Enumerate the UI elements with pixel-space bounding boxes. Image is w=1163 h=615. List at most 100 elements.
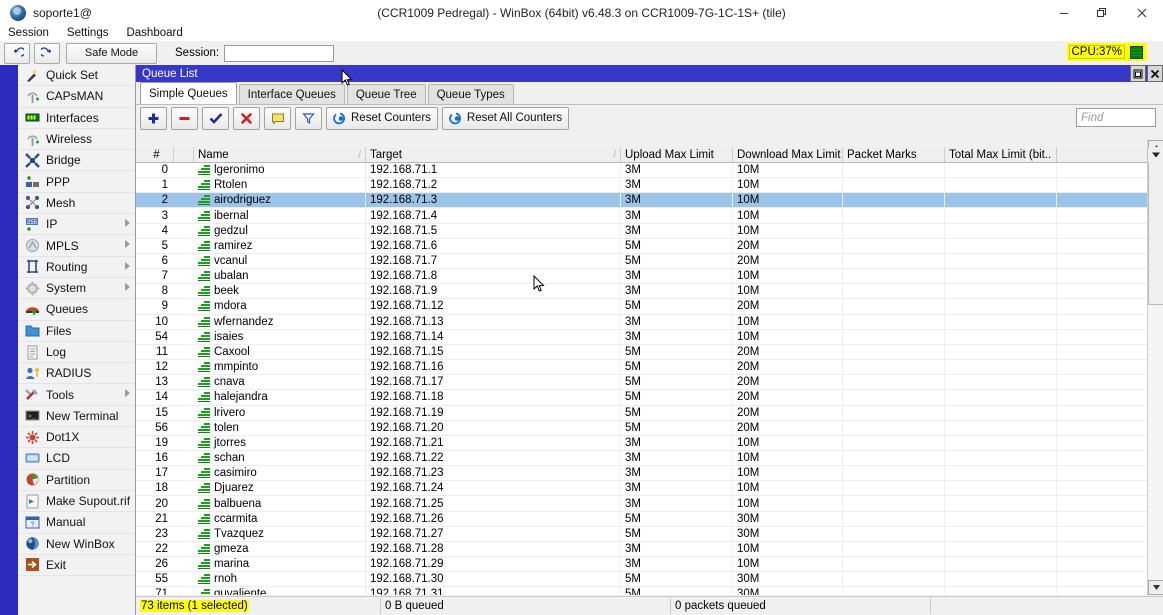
queue-list-close-button[interactable] [1147,65,1163,82]
table-row[interactable]: 0lgeronimo192.168.71.13M10M [136,163,1163,178]
session-input[interactable] [224,45,334,62]
column-header-down[interactable]: Download Max Limit [733,147,843,162]
filter-button[interactable] [295,107,322,130]
column-header-num[interactable]: # [136,147,174,162]
column-header-last[interactable] [1057,147,1153,162]
scrollbar-thumb[interactable] [1148,155,1163,305]
table-row[interactable]: 17casimiro192.168.71.233M10M [136,466,1163,481]
sidebar-item-exit[interactable]: Exit [18,555,135,576]
remove-queue-button[interactable] [171,107,198,130]
sidebar-item-make-supout-rif[interactable]: Make Supout.rif [18,491,135,512]
scrollbar-track[interactable] [1148,155,1163,580]
sidebar-item-dot1x[interactable]: Dot1X [18,427,135,448]
minimize-button[interactable] [1045,0,1083,25]
sidebar-item-manual[interactable]: ?Manual [18,512,135,533]
undo-arrow-icon[interactable] [4,43,30,64]
table-row[interactable]: 9mdora192.168.71.125M20M [136,299,1163,314]
find-input[interactable]: Find [1076,108,1156,127]
simple-queue-icon [198,195,210,205]
table-row[interactable]: 4gedzul192.168.71.53M10M [136,224,1163,239]
column-header-up[interactable]: Upload Max Limit [621,147,733,162]
sidebar-item-bridge[interactable]: Bridge [18,150,135,171]
sidebar-item-wireless[interactable]: Wireless [18,129,135,150]
menu-dashboard[interactable]: Dashboard [117,27,191,39]
table-row[interactable]: 18Djuarez192.168.71.243M10M [136,481,1163,496]
table-row[interactable]: 56tolen192.168.71.205M20M [136,421,1163,436]
column-header-pm[interactable]: Packet Marks [843,147,945,162]
column-chooser-button[interactable] [1147,147,1163,162]
cell-pm [843,436,945,450]
sidebar-item-tools[interactable]: Tools [18,384,135,405]
sidebar-item-partition[interactable]: Partition [18,470,135,491]
comment-button[interactable] [264,107,291,130]
scroll-down-button[interactable] [1148,580,1163,595]
sidebar-item-new-terminal[interactable]: >_New Terminal [18,406,135,427]
redo-arrow-icon[interactable] [34,43,60,64]
table-row[interactable]: 21ccarmita192.168.71.265M30M [136,512,1163,527]
sidebar-item-quick-set[interactable]: Quick Set [18,65,135,86]
simple-queue-icon [198,589,210,595]
add-queue-button[interactable] [140,107,167,130]
restore-button[interactable] [1083,0,1121,25]
table-row[interactable]: 12mmpinto192.168.71.165M20M [136,360,1163,375]
sidebar-item-lcd[interactable]: LCD [18,448,135,469]
table-row[interactable]: 3ibernal192.168.71.43M10M [136,208,1163,223]
queue-list-restore-button[interactable] [1130,65,1146,82]
reset-counters-button[interactable]: Reset Counters [326,107,438,130]
sidebar-item-ppp[interactable]: PPP [18,171,135,192]
close-button[interactable] [1121,0,1163,25]
sidebar-item-log[interactable]: Log [18,342,135,363]
tab-simple-queues[interactable]: Simple Queues [140,82,237,104]
queue-name-label: schan [214,452,245,464]
table-row[interactable]: 7ubalan192.168.71.83M10M [136,269,1163,284]
cell-num: 9 [136,299,174,313]
table-row[interactable]: 23Tvazquez192.168.71.275M30M [136,527,1163,542]
table-row[interactable]: 22gmeza192.168.71.283M10M [136,542,1163,557]
table-row[interactable]: 54isaies192.168.71.143M10M [136,330,1163,345]
enable-queue-button[interactable] [202,107,229,130]
cell-up: 3M [621,163,733,177]
tab-queue-types[interactable]: Queue Types [428,84,514,104]
reset-all-counters-button[interactable]: Reset All Counters [442,107,569,130]
sidebar-item-mpls[interactable]: MPLS [18,235,135,256]
sidebar-item-ip[interactable]: 255IP [18,214,135,235]
column-header-target[interactable]: Target/ [366,147,621,162]
queue-name-label: Djuarez [214,482,254,494]
table-row[interactable]: 5ramirez192.168.71.65M20M [136,239,1163,254]
table-row[interactable]: 11Caxool192.168.71.155M20M [136,345,1163,360]
table-row[interactable]: 55rnoh192.168.71.305M30M [136,572,1163,587]
table-row[interactable]: 26marina192.168.71.293M10M [136,557,1163,572]
table-row[interactable]: 16schan192.168.71.223M10M [136,451,1163,466]
table-row[interactable]: 15lrivero192.168.71.195M20M [136,406,1163,421]
column-header-flags[interactable] [174,147,194,162]
safe-mode-button[interactable]: Safe Mode [66,43,157,64]
sidebar-item-radius[interactable]: RADIUS [18,363,135,384]
table-row[interactable]: 1Rtolen192.168.71.23M10M [136,178,1163,193]
queue-table-scrollbar[interactable] [1147,140,1163,595]
column-header-name[interactable]: Name/ [194,147,366,162]
table-row[interactable]: 10wfernandez192.168.71.133M10M [136,315,1163,330]
table-row[interactable]: 19jtorres192.168.71.213M10M [136,436,1163,451]
sidebar-item-interfaces[interactable]: Interfaces [18,108,135,129]
table-row[interactable]: 8beek192.168.71.93M10M [136,284,1163,299]
tab-interface-queues[interactable]: Interface Queues [239,84,345,104]
disable-queue-button[interactable] [233,107,260,130]
column-header-tot[interactable]: Total Max Limit (bit.. [945,147,1057,162]
sidebar-item-capsman[interactable]: CAPsMAN [18,86,135,107]
status-bytes-queued: 0 B queued [381,598,671,614]
menu-session[interactable]: Session [0,27,58,39]
menu-settings[interactable]: Settings [58,27,118,39]
sidebar-item-routing[interactable]: Routing [18,257,135,278]
sidebar-item-mesh[interactable]: Mesh [18,193,135,214]
table-row[interactable]: 71guvaliente192.168.71.315M30M [136,587,1163,595]
table-row[interactable]: 6vcanul192.168.71.75M20M [136,254,1163,269]
sidebar-item-system[interactable]: System [18,278,135,299]
table-row[interactable]: 20balbuena192.168.71.253M10M [136,496,1163,511]
sidebar-item-files[interactable]: Files [18,321,135,342]
sidebar-item-new-winbox[interactable]: New WinBox [18,534,135,555]
table-row[interactable]: 14halejandra192.168.71.185M20M [136,390,1163,405]
tab-queue-tree[interactable]: Queue Tree [347,84,426,104]
table-row[interactable]: 13cnava192.168.71.175M20M [136,375,1163,390]
table-row[interactable]: 2airodriguez192.168.71.33M10M [136,193,1163,208]
sidebar-item-queues[interactable]: Queues [18,299,135,320]
